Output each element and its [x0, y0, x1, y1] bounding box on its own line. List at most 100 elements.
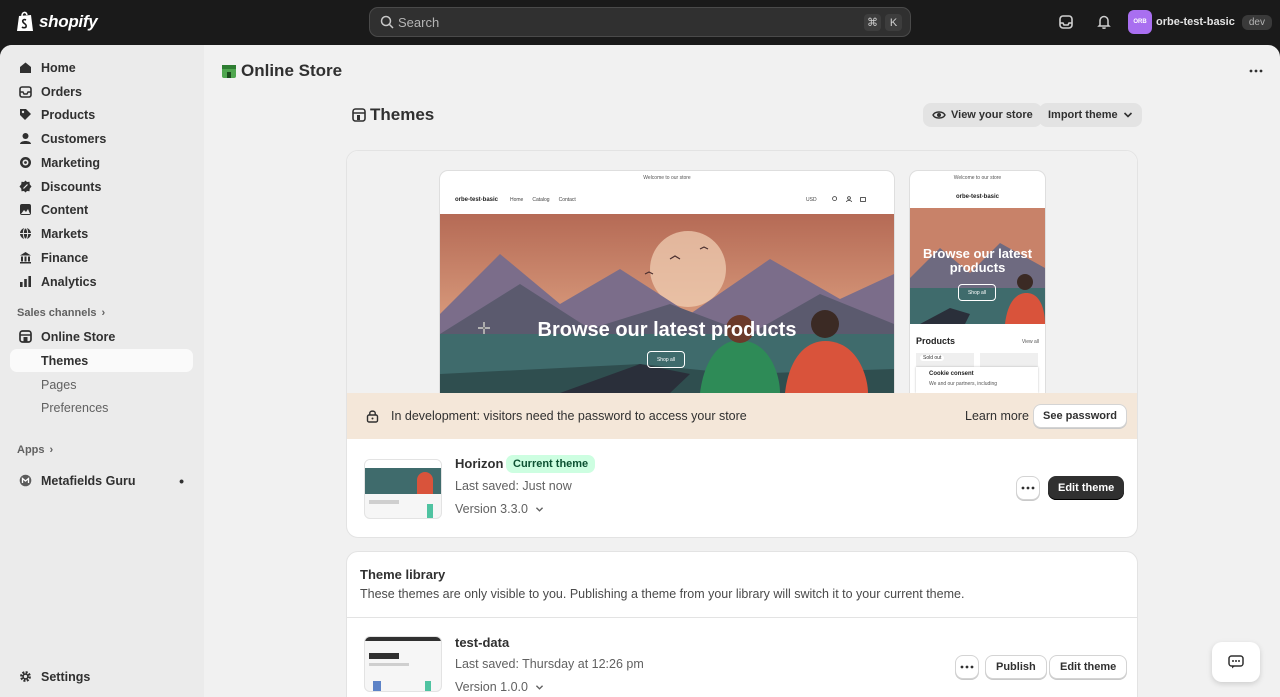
sidebar-item-customers[interactable]: Customers [10, 127, 193, 150]
apps-label: Apps [17, 444, 45, 456]
help-chat-button[interactable] [1212, 642, 1260, 682]
more-actions-icon[interactable] [1247, 62, 1265, 80]
preview-nav-link: Catalog [532, 197, 550, 203]
theme-library-card: Theme library These themes are only visi… [346, 551, 1138, 697]
view-store-button[interactable]: View your store [923, 103, 1042, 127]
library-theme-thumbnail[interactable] [364, 636, 442, 692]
search-placeholder: Search [398, 14, 440, 30]
sidebar-item-label: Online Store [41, 329, 116, 344]
sidebar-item-home[interactable]: Home [10, 56, 193, 79]
sidebar-item-label: Products [41, 107, 96, 122]
search-input[interactable]: Search ⌘ K [369, 7, 911, 37]
current-theme-badge: Current theme [506, 455, 596, 473]
search-icon [380, 15, 394, 29]
theme-preview[interactable]: Welcome to our store orbe-test-basic Hom… [347, 151, 1137, 393]
sidebar-item-products[interactable]: Products [10, 103, 193, 126]
sidebar-item-preferences[interactable]: Preferences [10, 396, 193, 419]
mobile-hero-text: Browse our latest products [922, 246, 1033, 275]
sidebar-item-label: Metafields Guru [41, 473, 136, 488]
preview-header-icons [832, 196, 866, 202]
view-store-label: View your store [951, 109, 1033, 121]
sidebar-item-analytics[interactable]: Analytics [10, 270, 193, 293]
announcement-bar: Welcome to our store [643, 175, 691, 181]
sidebar-item-orders[interactable]: Orders [10, 80, 193, 103]
target-icon [18, 156, 32, 170]
current-theme-thumbnail[interactable] [364, 459, 442, 519]
pin-dot-icon: • [179, 472, 184, 489]
env-badge: dev [1241, 14, 1272, 30]
edit-theme-button[interactable]: Edit theme [1048, 476, 1125, 500]
sidebar-item-content[interactable]: Content [10, 198, 193, 221]
thumb-figure [417, 472, 433, 494]
publish-button[interactable]: Publish [985, 655, 1047, 679]
sidebar-item-marketing[interactable]: Marketing [10, 151, 193, 174]
preview-nav-link: Home [510, 197, 524, 203]
see-password-button[interactable]: See password [1033, 404, 1127, 428]
current-theme-version[interactable]: Version 3.3.0 [455, 502, 544, 516]
sidebar-item-label: Pages [41, 377, 77, 392]
sales-channels-heading[interactable]: Sales channels › [17, 307, 105, 319]
sidebar-item-pages[interactable]: Pages [10, 373, 193, 396]
person-icon [18, 132, 32, 146]
current-theme-card: Welcome to our store orbe-test-basic Hom… [346, 150, 1138, 538]
chat-icon [1228, 655, 1244, 669]
sold-out-badge: Sold out [920, 355, 945, 361]
sidebar-item-metafields-guru[interactable]: Metafields Guru • [10, 469, 193, 492]
sidebar-item-label: Customers [41, 131, 107, 146]
user-icon [846, 196, 852, 202]
more-horizontal-icon [1021, 486, 1035, 490]
app-icon [18, 474, 32, 488]
preview-store-name: orbe-test-basic [455, 197, 499, 203]
sidebar-item-settings[interactable]: Settings [10, 665, 193, 688]
k-key: K [885, 14, 902, 31]
sales-channels-label: Sales channels [17, 307, 97, 319]
shopify-logo[interactable]: shopify [16, 11, 98, 32]
mobile-view-all: View all [1021, 339, 1039, 345]
import-theme-label: Import theme [1048, 109, 1118, 121]
online-store-icon [222, 65, 236, 78]
library-edit-theme-button[interactable]: Edit theme [1049, 655, 1128, 679]
sidebar-item-label: Themes [41, 353, 89, 368]
sidebar-item-label: Marketing [41, 155, 101, 170]
current-theme-last-saved: Last saved: Just now [455, 479, 572, 493]
apps-heading[interactable]: Apps › [17, 444, 53, 456]
store-switcher[interactable]: ORB orbe-test-basic dev [1128, 10, 1272, 34]
theme-icon [352, 108, 366, 122]
cookie-text: We and our partners, including [929, 381, 998, 387]
sidebar-item-finance[interactable]: Finance [10, 246, 193, 269]
library-theme-actions-button[interactable] [955, 655, 979, 679]
search-shortcut: ⌘ K [864, 14, 902, 31]
sidebar-item-themes[interactable]: Themes [10, 349, 193, 372]
discount-icon [18, 180, 32, 194]
bell-icon[interactable] [1094, 12, 1114, 32]
chevron-right-icon: › [101, 307, 106, 319]
home-icon [18, 61, 32, 75]
learn-more-link[interactable]: Learn more [965, 409, 1029, 423]
bank-icon [18, 251, 32, 265]
sidebar-item-label: Preferences [41, 400, 109, 415]
preview-currency: USD [806, 197, 817, 203]
theme-actions-button[interactable] [1016, 476, 1040, 500]
sidebar-item-discounts[interactable]: Discounts [10, 175, 193, 198]
import-theme-button[interactable]: Import theme [1039, 103, 1142, 127]
preview-nav-link: Contact [558, 197, 576, 203]
thumb-line [369, 663, 409, 666]
library-theme-version[interactable]: Version 1.0.0 [455, 680, 544, 694]
divider [347, 617, 1137, 618]
mobile-store-name: orbe-test-basic [955, 194, 999, 200]
preview-hero-text: Browse our latest products [537, 319, 797, 341]
cart-icon [860, 197, 866, 202]
move-cursor-icon [478, 322, 490, 334]
tag-icon [18, 108, 32, 122]
desktop-preview: Welcome to our store orbe-test-basic Hom… [440, 171, 894, 393]
chevron-down-icon [535, 506, 544, 512]
lock-icon [366, 410, 379, 423]
sidebar-item-online-store[interactable]: Online Store [10, 325, 193, 348]
avatar: ORB [1128, 10, 1152, 34]
inbox-icon[interactable] [1056, 12, 1076, 32]
eye-icon [932, 111, 946, 119]
theme-library-title: Theme library [360, 567, 446, 582]
mobile-products-heading: Products [916, 336, 956, 346]
thumb-line [369, 500, 399, 504]
sidebar-item-markets[interactable]: Markets [10, 222, 193, 245]
